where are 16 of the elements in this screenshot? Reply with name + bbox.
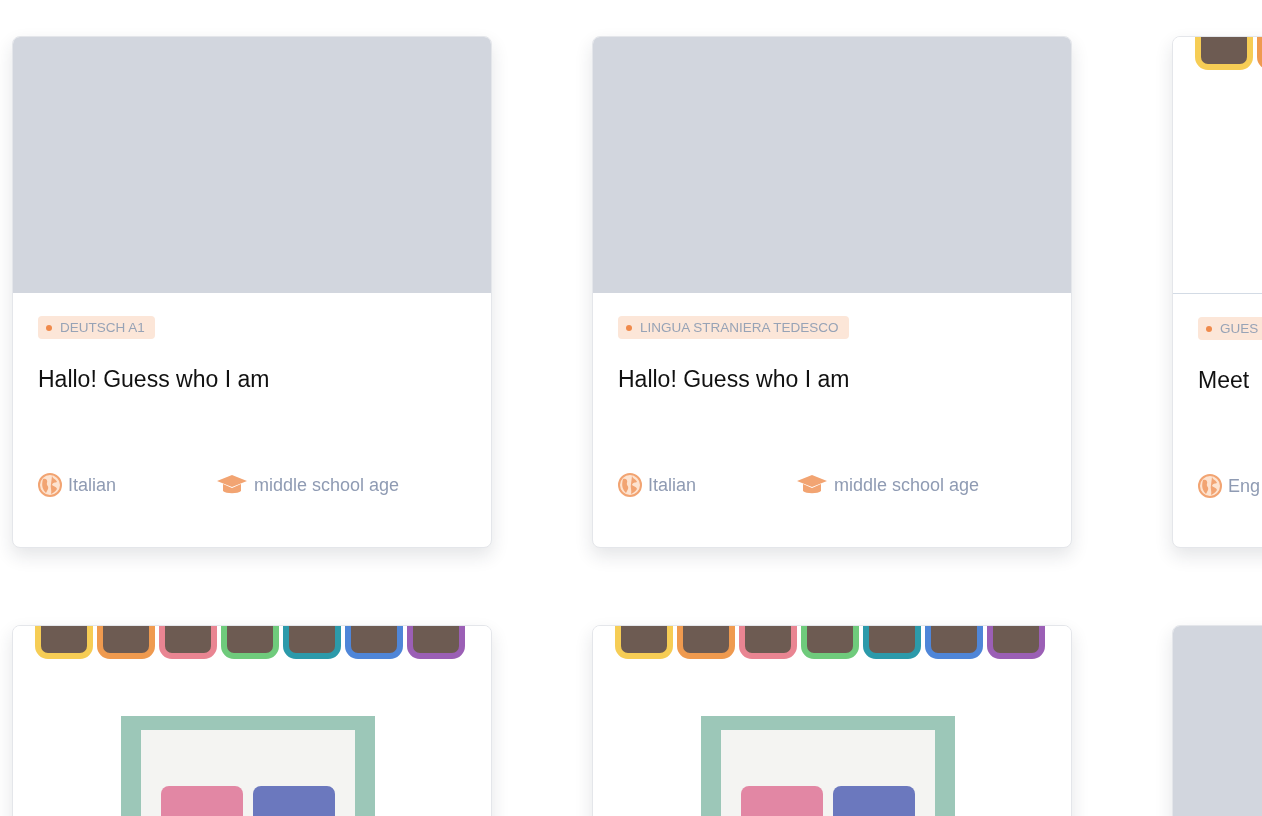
card-title[interactable]: Hallo! Guess who I am <box>38 366 466 393</box>
graduation-cap-icon <box>216 474 248 496</box>
globe-icon <box>1198 474 1222 498</box>
card-title[interactable]: Hallo! Guess who I am <box>618 366 1046 393</box>
globe-icon <box>618 473 642 497</box>
card-background[interactable]: LINGUA STRANIERA TEDESCO Hallo! Guess who I am Italian middle school age <box>592 36 1072 548</box>
age-group-label: middle school age <box>254 474 400 496</box>
card-title[interactable]: Meet <box>1198 367 1262 394</box>
card-background[interactable]: DEUTSCH A1 Hallo! Guess who I am Italian middle school age <box>12 36 492 548</box>
globe-icon <box>38 473 62 497</box>
graduation-cap-icon <box>796 474 828 496</box>
language-label: Italian <box>648 474 697 496</box>
card-background[interactable]: GUES Meet Eng <box>1172 36 1262 548</box>
language-label: Eng <box>1228 475 1261 497</box>
age-group-label: middle school age <box>834 474 980 496</box>
language-label: Italian <box>68 474 117 496</box>
